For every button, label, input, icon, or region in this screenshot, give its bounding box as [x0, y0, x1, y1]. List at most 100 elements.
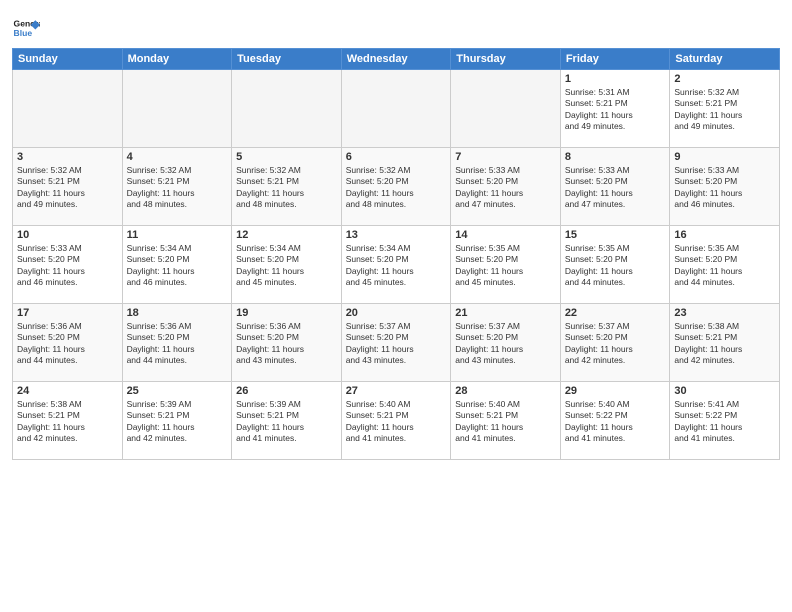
- svg-text:Blue: Blue: [14, 28, 33, 38]
- day-number: 27: [346, 385, 447, 397]
- week-row-4: 24 Sunrise: 5:38 AM Sunset: 5:21 PM Dayli…: [13, 382, 780, 460]
- calendar-cell: 2 Sunrise: 5:32 AM Sunset: 5:21 PM Daylig…: [670, 70, 780, 148]
- day-info: Sunrise: 5:33 AM Sunset: 5:20 PM Dayligh…: [565, 165, 666, 211]
- calendar-cell: 12 Sunrise: 5:34 AM Sunset: 5:20 PM Dayli…: [232, 226, 342, 304]
- day-number: 5: [236, 151, 337, 163]
- day-info: Sunrise: 5:34 AM Sunset: 5:20 PM Dayligh…: [127, 243, 228, 289]
- day-number: 13: [346, 229, 447, 241]
- day-number: 15: [565, 229, 666, 241]
- calendar-cell: 13Sunrise: 5:34 AM Sunset: 5:20 PM Dayli…: [341, 226, 451, 304]
- calendar-cell: 20Sunrise: 5:37 AM Sunset: 5:20 PM Dayli…: [341, 304, 451, 382]
- day-info: Sunrise: 5:36 AM Sunset: 5:20 PM Dayligh…: [17, 321, 118, 367]
- day-info: Sunrise: 5:32 AM Sunset: 5:21 PM Dayligh…: [17, 165, 118, 211]
- page-container: General Blue SundayMondayTuesdayWednesda…: [0, 0, 792, 612]
- calendar-cell: 24 Sunrise: 5:38 AM Sunset: 5:21 PM Dayli…: [13, 382, 123, 460]
- calendar-cell: [232, 70, 342, 148]
- calendar: SundayMondayTuesdayWednesdayThursdayFrid…: [12, 48, 780, 460]
- day-info: Sunrise: 5:31 AM Sunset: 5:21 PM Dayligh…: [565, 87, 666, 133]
- calendar-cell: 14 Sunrise: 5:35 AM Sunset: 5:20 PM Dayli…: [451, 226, 561, 304]
- day-info: Sunrise: 5:32 AM Sunset: 5:21 PM Dayligh…: [236, 165, 337, 211]
- calendar-cell: 8 Sunrise: 5:33 AM Sunset: 5:20 PM Daylig…: [560, 148, 670, 226]
- weekday-header-wednesday: Wednesday: [341, 49, 451, 70]
- day-info: Sunrise: 5:32 AM Sunset: 5:21 PM Dayligh…: [127, 165, 228, 211]
- calendar-cell: [341, 70, 451, 148]
- calendar-cell: 6 Sunrise: 5:32 AM Sunset: 5:20 PM Daylig…: [341, 148, 451, 226]
- logo-icon: General Blue: [12, 14, 40, 42]
- calendar-cell: 23 Sunrise: 5:38 AM Sunset: 5:21 PM Dayli…: [670, 304, 780, 382]
- calendar-cell: 27 Sunrise: 5:40 AM Sunset: 5:21 PM Dayli…: [341, 382, 451, 460]
- day-number: 28: [455, 385, 556, 397]
- calendar-cell: 10Sunrise: 5:33 AM Sunset: 5:20 PM Dayli…: [13, 226, 123, 304]
- header: General Blue: [12, 10, 780, 42]
- day-info: Sunrise: 5:37 AM Sunset: 5:20 PM Dayligh…: [565, 321, 666, 367]
- day-info: Sunrise: 5:34 AM Sunset: 5:20 PM Dayligh…: [236, 243, 337, 289]
- weekday-header-sunday: Sunday: [13, 49, 123, 70]
- calendar-cell: [451, 70, 561, 148]
- day-number: 6: [346, 151, 447, 163]
- calendar-cell: 19 Sunrise: 5:36 AM Sunset: 5:20 PM Dayli…: [232, 304, 342, 382]
- calendar-cell: 25 Sunrise: 5:39 AM Sunset: 5:21 PM Dayli…: [122, 382, 232, 460]
- day-info: Sunrise: 5:40 AM Sunset: 5:22 PM Dayligh…: [565, 399, 666, 445]
- calendar-cell: 29 Sunrise: 5:40 AM Sunset: 5:22 PM Dayli…: [560, 382, 670, 460]
- calendar-cell: [13, 70, 123, 148]
- day-number: 11: [127, 229, 228, 241]
- calendar-cell: 18 Sunrise: 5:36 AM Sunset: 5:20 PM Dayli…: [122, 304, 232, 382]
- day-number: 12: [236, 229, 337, 241]
- calendar-cell: 22 Sunrise: 5:37 AM Sunset: 5:20 PM Dayli…: [560, 304, 670, 382]
- day-info: Sunrise: 5:35 AM Sunset: 5:20 PM Dayligh…: [455, 243, 556, 289]
- day-number: 21: [455, 307, 556, 319]
- day-info: Sunrise: 5:39 AM Sunset: 5:21 PM Dayligh…: [236, 399, 337, 445]
- day-number: 18: [127, 307, 228, 319]
- calendar-cell: 1Sunrise: 5:31 AM Sunset: 5:21 PM Daylig…: [560, 70, 670, 148]
- day-info: Sunrise: 5:33 AM Sunset: 5:20 PM Dayligh…: [674, 165, 775, 211]
- week-row-0: 1Sunrise: 5:31 AM Sunset: 5:21 PM Daylig…: [13, 70, 780, 148]
- day-info: Sunrise: 5:40 AM Sunset: 5:21 PM Dayligh…: [346, 399, 447, 445]
- day-number: 16: [674, 229, 775, 241]
- day-number: 23: [674, 307, 775, 319]
- day-info: Sunrise: 5:38 AM Sunset: 5:21 PM Dayligh…: [674, 321, 775, 367]
- calendar-cell: 21Sunrise: 5:37 AM Sunset: 5:20 PM Dayli…: [451, 304, 561, 382]
- calendar-cell: 30Sunrise: 5:41 AM Sunset: 5:22 PM Dayli…: [670, 382, 780, 460]
- day-info: Sunrise: 5:32 AM Sunset: 5:20 PM Dayligh…: [346, 165, 447, 211]
- day-number: 3: [17, 151, 118, 163]
- calendar-cell: 15Sunrise: 5:35 AM Sunset: 5:20 PM Dayli…: [560, 226, 670, 304]
- calendar-cell: 28 Sunrise: 5:40 AM Sunset: 5:21 PM Dayli…: [451, 382, 561, 460]
- day-number: 17: [17, 307, 118, 319]
- day-info: Sunrise: 5:32 AM Sunset: 5:21 PM Dayligh…: [674, 87, 775, 133]
- calendar-cell: 9 Sunrise: 5:33 AM Sunset: 5:20 PM Daylig…: [670, 148, 780, 226]
- weekday-header-thursday: Thursday: [451, 49, 561, 70]
- weekday-header-saturday: Saturday: [670, 49, 780, 70]
- day-info: Sunrise: 5:39 AM Sunset: 5:21 PM Dayligh…: [127, 399, 228, 445]
- logo: General Blue: [12, 14, 40, 42]
- day-info: Sunrise: 5:40 AM Sunset: 5:21 PM Dayligh…: [455, 399, 556, 445]
- day-number: 9: [674, 151, 775, 163]
- day-number: 26: [236, 385, 337, 397]
- day-info: Sunrise: 5:35 AM Sunset: 5:20 PM Dayligh…: [674, 243, 775, 289]
- calendar-cell: 26 Sunrise: 5:39 AM Sunset: 5:21 PM Dayli…: [232, 382, 342, 460]
- week-row-2: 10Sunrise: 5:33 AM Sunset: 5:20 PM Dayli…: [13, 226, 780, 304]
- day-number: 8: [565, 151, 666, 163]
- calendar-cell: 4 Sunrise: 5:32 AM Sunset: 5:21 PM Daylig…: [122, 148, 232, 226]
- calendar-cell: 11 Sunrise: 5:34 AM Sunset: 5:20 PM Dayli…: [122, 226, 232, 304]
- calendar-cell: 5 Sunrise: 5:32 AM Sunset: 5:21 PM Daylig…: [232, 148, 342, 226]
- day-info: Sunrise: 5:38 AM Sunset: 5:21 PM Dayligh…: [17, 399, 118, 445]
- weekday-header-monday: Monday: [122, 49, 232, 70]
- day-number: 14: [455, 229, 556, 241]
- day-number: 25: [127, 385, 228, 397]
- day-number: 24: [17, 385, 118, 397]
- day-info: Sunrise: 5:33 AM Sunset: 5:20 PM Dayligh…: [455, 165, 556, 211]
- weekday-header-friday: Friday: [560, 49, 670, 70]
- day-number: 20: [346, 307, 447, 319]
- day-number: 4: [127, 151, 228, 163]
- day-number: 19: [236, 307, 337, 319]
- day-number: 2: [674, 73, 775, 85]
- calendar-cell: 16 Sunrise: 5:35 AM Sunset: 5:20 PM Dayli…: [670, 226, 780, 304]
- calendar-cell: 3 Sunrise: 5:32 AM Sunset: 5:21 PM Daylig…: [13, 148, 123, 226]
- day-number: 29: [565, 385, 666, 397]
- day-info: Sunrise: 5:36 AM Sunset: 5:20 PM Dayligh…: [236, 321, 337, 367]
- day-info: Sunrise: 5:36 AM Sunset: 5:20 PM Dayligh…: [127, 321, 228, 367]
- weekday-header-tuesday: Tuesday: [232, 49, 342, 70]
- day-number: 22: [565, 307, 666, 319]
- week-row-1: 3 Sunrise: 5:32 AM Sunset: 5:21 PM Daylig…: [13, 148, 780, 226]
- calendar-cell: [122, 70, 232, 148]
